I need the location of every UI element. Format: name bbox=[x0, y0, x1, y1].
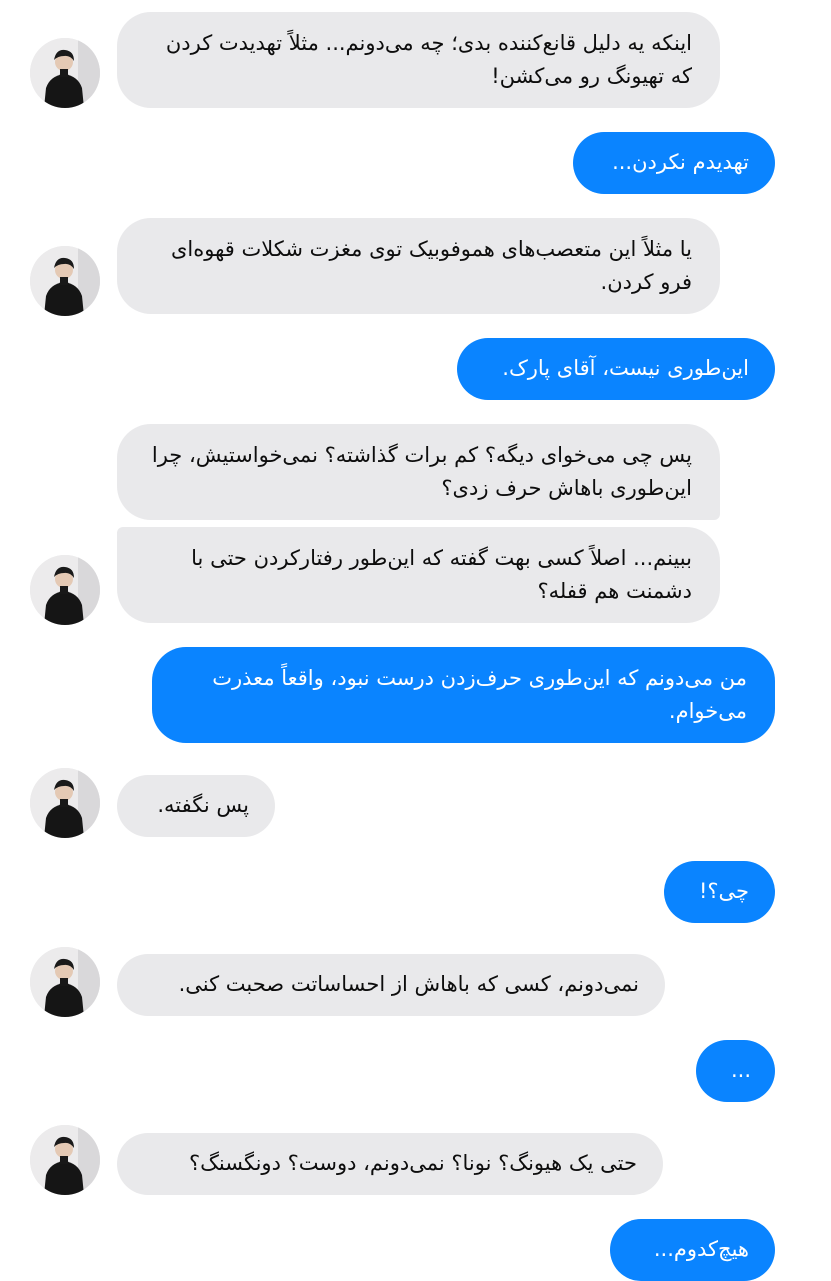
profile-photo-icon bbox=[30, 555, 100, 625]
incoming-message-bubble[interactable]: ببینم... اصلاً کسی بهت گفته که این‌طور ر… bbox=[117, 527, 720, 623]
message-text: هیچ‌کدوم... bbox=[653, 1237, 749, 1261]
outgoing-message-bubble[interactable]: این‌طوری نیست، آقای پارک. bbox=[457, 338, 775, 400]
profile-photo-icon bbox=[30, 246, 100, 316]
profile-photo-icon bbox=[30, 768, 100, 838]
message-text: تهدیدم نکردن... bbox=[612, 150, 749, 174]
profile-photo-icon bbox=[30, 1125, 100, 1195]
outgoing-message-bubble[interactable]: هیچ‌کدوم... bbox=[610, 1219, 775, 1281]
incoming-message-bubble[interactable]: پس نگفته. bbox=[117, 775, 275, 837]
incoming-message-bubble[interactable]: اینکه یه دلیل قانع‌کننده بدی؛ چه می‌دونم… bbox=[117, 12, 720, 108]
contact-avatar[interactable] bbox=[30, 947, 100, 1017]
incoming-message-bubble[interactable]: نمی‌دونم، کسی که باهاش از احساساتت صحبت … bbox=[117, 954, 665, 1016]
message-text: نمی‌دونم، کسی که باهاش از احساساتت صحبت … bbox=[178, 972, 639, 996]
message-text: ... bbox=[730, 1058, 751, 1082]
chat-thread: اینکه یه دلیل قانع‌کننده بدی؛ چه می‌دونم… bbox=[0, 0, 831, 1281]
incoming-message-bubble[interactable]: حتی یک هیونگ؟ نونا؟ نمی‌دونم، دوست؟ دونگ… bbox=[117, 1133, 663, 1195]
contact-avatar[interactable] bbox=[30, 555, 100, 625]
contact-avatar[interactable] bbox=[30, 246, 100, 316]
incoming-message-bubble[interactable]: یا مثلاً این متعصب‌های هموفوبیک توی مغزت… bbox=[117, 218, 720, 314]
message-text: ببینم... اصلاً کسی بهت گفته که این‌طور ر… bbox=[191, 546, 692, 603]
message-text: این‌طوری نیست، آقای پارک. bbox=[502, 356, 749, 380]
contact-avatar[interactable] bbox=[30, 1125, 100, 1195]
contact-avatar[interactable] bbox=[30, 38, 100, 108]
message-text: چی؟! bbox=[698, 879, 749, 903]
outgoing-message-bubble[interactable]: من می‌دونم که این‌طوری حرف‌زدن درست نبود… bbox=[152, 647, 775, 743]
outgoing-message-bubble[interactable]: چی؟! bbox=[664, 861, 775, 923]
profile-photo-icon bbox=[30, 947, 100, 1017]
message-text: پس چی می‌خوای دیگه؟ کم برات گذاشته؟ نمی‌… bbox=[151, 443, 692, 500]
contact-avatar[interactable] bbox=[30, 768, 100, 838]
message-text: اینکه یه دلیل قانع‌کننده بدی؛ چه می‌دونم… bbox=[165, 31, 692, 88]
message-text: حتی یک هیونگ؟ نونا؟ نمی‌دونم، دوست؟ دونگ… bbox=[188, 1151, 637, 1175]
message-text: من می‌دونم که این‌طوری حرف‌زدن درست نبود… bbox=[212, 666, 747, 723]
outgoing-message-bubble[interactable]: تهدیدم نکردن... bbox=[573, 132, 775, 194]
outgoing-message-bubble[interactable]: ... bbox=[696, 1040, 775, 1102]
message-text: یا مثلاً این متعصب‌های هموفوبیک توی مغزت… bbox=[170, 237, 692, 294]
message-text: پس نگفته. bbox=[157, 793, 249, 817]
profile-photo-icon bbox=[30, 38, 100, 108]
incoming-message-bubble[interactable]: پس چی می‌خوای دیگه؟ کم برات گذاشته؟ نمی‌… bbox=[117, 424, 720, 520]
